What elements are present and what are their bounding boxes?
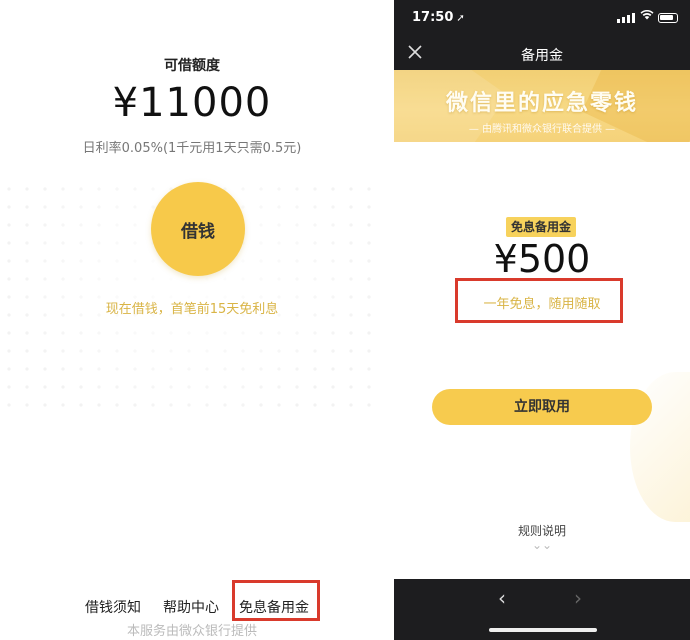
promo-banner: 微信里的应急零钱 — 由腾讯和微众银行联合提供 — [394, 70, 690, 142]
forward-arrow-icon[interactable]: › [574, 586, 582, 610]
loan-screen: 可借额度 ¥11000 日利率0.05%(1千元用1天只需0.5元) 借钱 现在… [0, 0, 384, 640]
wifi-icon [640, 9, 654, 24]
chevron-down-icon[interactable]: ⌄⌄ [394, 539, 690, 551]
bottom-links: 借钱须知 帮助中心 免息备用金 [0, 597, 384, 617]
home-indicator[interactable] [489, 628, 597, 632]
browser-toolbar: ‹ › [394, 579, 690, 640]
service-provider-note: 本服务由微众银行提供 [126, 624, 257, 639]
borrow-notice-link[interactable]: 借钱须知 [85, 597, 141, 617]
highlight-box [232, 580, 320, 621]
credit-limit-amount: ¥11000 [112, 80, 272, 126]
back-arrow-icon[interactable]: ‹ [498, 586, 506, 610]
highlight-box [455, 278, 623, 323]
banner-subtitle: — 由腾讯和微众银行联合提供 — [468, 124, 616, 135]
interest-free-badge: 免息备用金 [506, 217, 577, 237]
page-title: 备用金 [521, 48, 563, 64]
promo-text: 现在借钱，首笔前15天免利息 [105, 302, 279, 317]
status-time: 17:50 ➚ [412, 10, 465, 25]
help-center-link[interactable]: 帮助中心 [163, 597, 219, 617]
borrow-button[interactable]: 借钱 [151, 182, 245, 276]
panel-divider [384, 0, 394, 640]
borrow-button-label: 借钱 [181, 221, 215, 242]
status-bar: 17:50 ➚ [394, 0, 690, 38]
navigation-bar: 备用金 [394, 38, 690, 70]
status-time-text: 17:50 [412, 10, 454, 25]
withdraw-now-button[interactable]: 立即取用 [432, 389, 652, 425]
rules-link[interactable]: 规则说明 [394, 522, 690, 539]
battery-icon [658, 13, 678, 23]
reserve-amount: ¥500 [493, 237, 591, 281]
signal-icon [617, 13, 635, 23]
credit-limit-label: 可借额度 [164, 58, 220, 74]
daily-rate-text: 日利率0.05%(1千元用1天只需0.5元) [82, 141, 302, 156]
reserve-fund-screen: 17:50 ➚ 备用金 微信里的应急零钱 — 由腾讯和微众银行联合提供 — 免息备… [394, 0, 690, 640]
location-arrow-icon: ➚ [456, 13, 465, 24]
banner-title: 微信里的应急零钱 [445, 91, 638, 116]
